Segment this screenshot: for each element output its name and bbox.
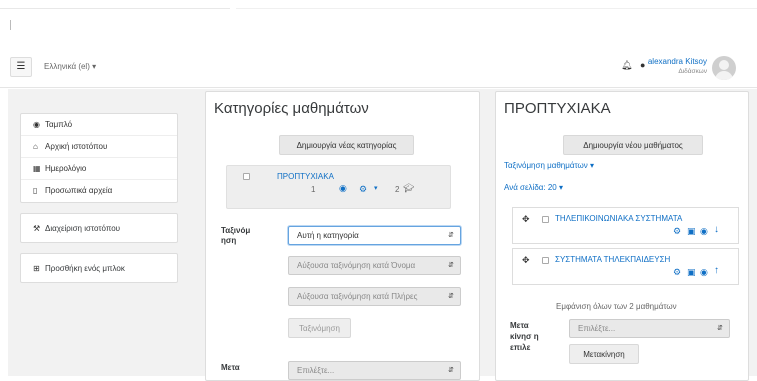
language-menu[interactable]: Ελληνικά (el) ▾ — [44, 62, 96, 71]
select-caret-icon: ⇵ — [448, 367, 454, 374]
nav-item-label: Προσθήκη ενός μπλοκ — [45, 264, 125, 273]
category-course-count: 2 — [395, 185, 400, 194]
plus-square-icon: ⊞ — [33, 264, 40, 273]
create-category-button[interactable]: Δημιουργία νέας κατηγορίας — [279, 135, 414, 155]
select-caret-icon: ⇵ — [717, 325, 723, 332]
category-subcount: 1 — [311, 185, 316, 194]
per-page-menu[interactable]: Ανά σελίδα: 20 ▾ — [504, 183, 563, 192]
trash-icon[interactable]: ▣ — [687, 226, 696, 237]
sort-by-name-select: Αύξουσα ταξινόμηση κατά Όνομα ⇵ — [288, 256, 461, 275]
avatar[interactable] — [712, 56, 736, 80]
select-value: Επιλέξτε... — [297, 366, 335, 375]
category-list-item: ΠΡΟΠΤΥΧΙΑΚΑ 1 ◉ ⚙︎ ▾ 2 🎓︎ — [226, 165, 451, 209]
hamburger-icon: ☰ — [16, 61, 26, 72]
sort-label: Ταξινόμ ηση — [221, 226, 251, 245]
nav-item-site-home[interactable]: ⌂ Αρχική ιστοτόπου — [21, 136, 177, 158]
home-icon: ⌂ — [33, 142, 38, 151]
messages-chat-icon[interactable]: ● — [640, 60, 645, 70]
eye-icon[interactable]: ◉ — [700, 226, 708, 237]
move-button[interactable]: Μετακίνηση — [569, 344, 639, 364]
nav-item-label: Διαχείριση ιστοτόπου — [45, 224, 121, 233]
move-category-select: Επιλέξτε... ⇵ — [288, 361, 461, 380]
move-handle-icon[interactable]: ✥ — [522, 214, 530, 225]
courses-title: ΠΡΟΠΤΥΧΙΑΚΑ — [504, 100, 611, 117]
nav-item-label: Ταμπλό — [45, 120, 73, 129]
nav-item-label: Αρχική ιστοτόπου — [45, 142, 108, 151]
arrow-up-icon[interactable]: ↑ — [714, 265, 719, 276]
course-list-item: ✥ ΣΥΣΤΗΜΑΤΑ ΤΗΛΕΚΠΑΙΔΕΥΣΗ ⚙︎ ▣ ◉ ↑ — [512, 248, 739, 285]
user-name[interactable]: alexandra Kitsoy — [648, 57, 707, 66]
wrench-icon: ⚒ — [33, 224, 41, 233]
category-name-link[interactable]: ΠΡΟΠΤΥΧΙΑΚΑ — [277, 172, 334, 181]
select-caret-icon: ⇵ — [448, 232, 454, 239]
select-value: Αύξουσα ταξινόμηση κατά Πλήρες — [297, 292, 418, 301]
gear-icon[interactable]: ⚙︎ — [673, 267, 681, 278]
nav-group-main: ◉ Ταμπλό ⌂ Αρχική ιστοτόπου ▦ Ημερολόγιο ▯ Π… — [20, 113, 178, 203]
dashboard-icon: ◉ — [33, 120, 40, 129]
notifications-bell-icon[interactable]: 🔔︎ — [621, 60, 632, 71]
page-gutter — [0, 89, 8, 376]
nav-item-calendar[interactable]: ▦ Ημερολόγιο — [21, 158, 177, 180]
course-checkbox[interactable] — [542, 257, 549, 264]
nav-item-add-block[interactable]: ⊞ Προσθήκη ενός μπλοκ — [20, 253, 178, 283]
chevron-down-icon[interactable]: ▾ — [374, 184, 378, 192]
graduation-cap-icon: 🎓︎ — [403, 183, 415, 193]
categories-title: Κατηγορίες μαθημάτων — [214, 100, 369, 117]
course-name-link[interactable]: ΣΥΣΤΗΜΑΤΑ ΤΗΛΕΚΠΑΙΔΕΥΣΗ — [555, 255, 670, 264]
select-value: Επιλέξτε... — [578, 324, 616, 333]
course-list-item: ✥ ΤΗΛΕΠΙΚΟΙΝΩΝΙΑΚΑ ΣΥΣΤΗΜΑΤΑ ⚙︎ ▣ ◉ ↓ — [512, 207, 739, 244]
move-label: Μετα — [221, 363, 240, 372]
sort-courses-menu[interactable]: Ταξινόμηση μαθημάτων ▾ — [504, 161, 594, 170]
select-caret-icon: ⇵ — [448, 262, 454, 269]
course-name-link[interactable]: ΤΗΛΕΠΙΚΟΙΝΩΝΙΑΚΑ ΣΥΣΤΗΜΑΤΑ — [555, 214, 682, 223]
select-caret-icon: ⇵ — [448, 293, 454, 300]
course-checkbox[interactable] — [542, 216, 549, 223]
categories-card: Κατηγορίες μαθημάτων Δημιουργία νέας κατ… — [205, 91, 480, 381]
nav-drawer: ◉ Ταμπλό ⌂ Αρχική ιστοτόπου ▦ Ημερολόγιο ▯ Π… — [20, 113, 178, 293]
user-role: Διδάσκων — [678, 68, 707, 75]
navbar: ☰ Ελληνικά (el) ▾ 🔔︎ ● alexandra Kitsoy … — [0, 48, 757, 88]
gear-icon[interactable]: ⚙︎ — [673, 226, 681, 237]
divider — [236, 8, 757, 9]
create-course-button[interactable]: Δημιουργία νέου μαθήματος — [563, 135, 703, 155]
nav-item-label: Προσωπικά αρχεία — [45, 186, 113, 195]
eye-icon[interactable]: ◉ — [700, 267, 708, 278]
trash-icon[interactable]: ▣ — [687, 267, 696, 278]
courses-card: ΠΡΟΠΤΥΧΙΑΚΑ Δημιουργία νέου μαθήματος Τα… — [495, 91, 749, 381]
move-courses-select: Επιλέξτε... ⇵ — [569, 319, 730, 338]
nav-item-dashboard[interactable]: ◉ Ταμπλό — [21, 114, 177, 136]
show-all-courses-link[interactable]: Εμφάνιση όλων των 2 μαθημάτων — [556, 302, 677, 311]
select-value: Αυτή η κατηγορία — [297, 231, 359, 240]
divider — [10, 20, 11, 30]
sort-button: Ταξινόμηση — [288, 318, 351, 338]
move-handle-icon[interactable]: ✥ — [522, 255, 530, 266]
move-selected-label: Μετα κίνησ η επιλε — [510, 321, 539, 352]
nav-item-label: Ημερολόγιο — [45, 164, 87, 173]
category-checkbox[interactable] — [243, 173, 250, 180]
calendar-icon: ▦ — [33, 164, 41, 173]
gear-icon[interactable]: ⚙︎ — [359, 184, 367, 195]
nav-item-site-admin[interactable]: ⚒ Διαχείριση ιστοτόπου — [20, 213, 178, 243]
arrow-down-icon[interactable]: ↓ — [714, 224, 719, 235]
divider — [0, 8, 230, 9]
sort-by-fullname-select: Αύξουσα ταξινόμηση κατά Πλήρες ⇵ — [288, 287, 461, 306]
nav-item-private-files[interactable]: ▯ Προσωπικά αρχεία — [21, 180, 177, 202]
select-value: Αύξουσα ταξινόμηση κατά Όνομα — [297, 261, 416, 270]
eye-icon[interactable]: ◉ — [339, 183, 347, 194]
file-icon: ▯ — [33, 186, 38, 195]
drawer-toggle-button[interactable]: ☰ — [10, 57, 32, 77]
browser-top-strip — [0, 0, 757, 42]
sort-scope-select[interactable]: Αυτή η κατηγορία ⇵ — [288, 226, 461, 245]
